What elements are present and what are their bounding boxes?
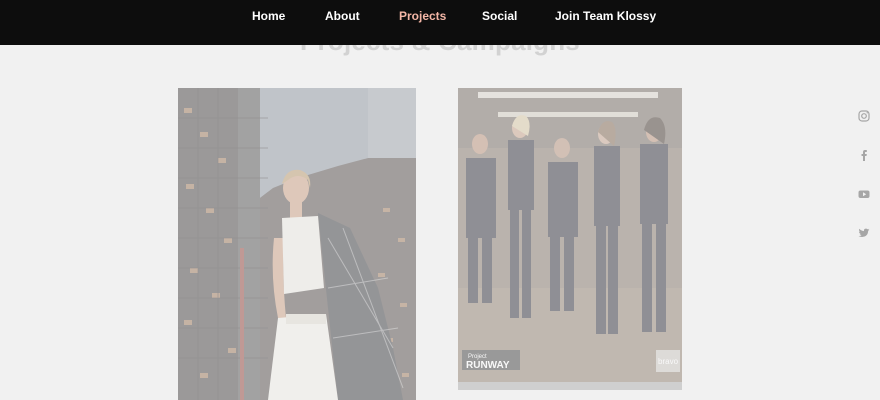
nav-link-social[interactable]: Social <box>482 9 517 23</box>
top-navigation: Home About Projects Social Join Team Klo… <box>0 0 880 45</box>
social-sidebar <box>856 108 872 264</box>
nav-link-about[interactable]: About <box>325 9 360 23</box>
facebook-icon[interactable] <box>856 147 872 163</box>
nav-link-join-team-klossy[interactable]: Join Team Klossy <box>555 9 656 23</box>
image-overlay <box>458 88 682 390</box>
youtube-icon[interactable] <box>856 186 872 202</box>
nav-link-projects[interactable]: Projects <box>399 9 446 23</box>
project-card-city-campaign[interactable] <box>178 88 416 400</box>
image-overlay <box>178 88 416 400</box>
page: Projects & Campaigns Home About Projects… <box>0 0 880 400</box>
instagram-icon[interactable] <box>856 108 872 124</box>
nav-link-home[interactable]: Home <box>252 9 285 23</box>
project-card-project-runway[interactable]: Project RUNWAY bravo <box>458 88 682 390</box>
twitter-icon[interactable] <box>856 225 872 241</box>
